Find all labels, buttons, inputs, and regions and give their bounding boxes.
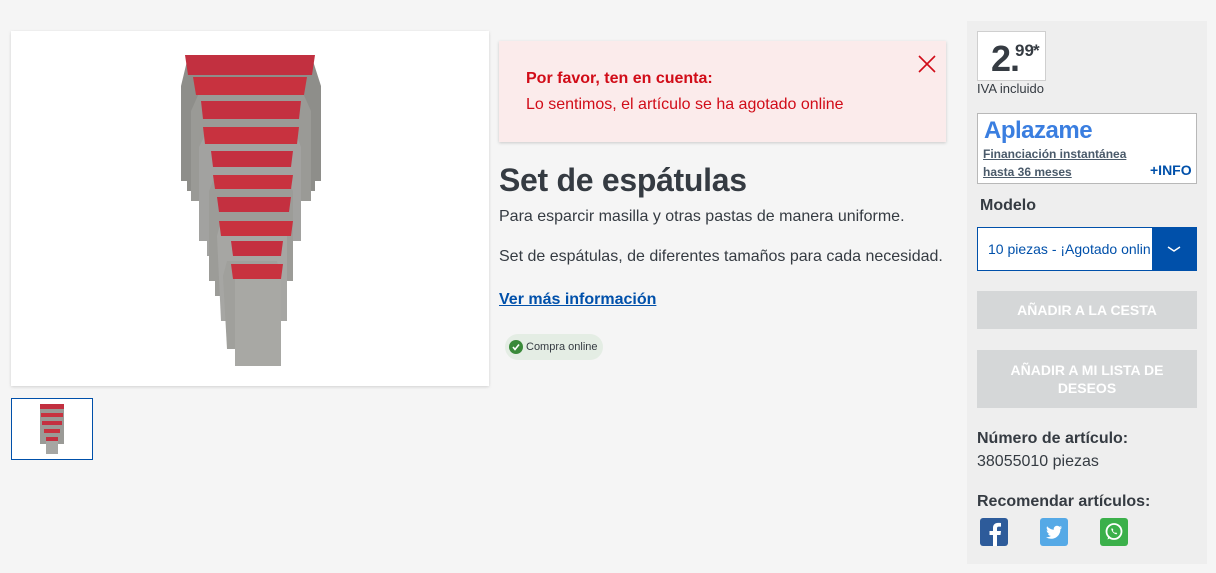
chevron-down-icon[interactable] xyxy=(1152,228,1196,270)
facebook-icon[interactable] xyxy=(980,518,1008,546)
whatsapp-icon[interactable] xyxy=(1100,518,1128,546)
more-info-link[interactable]: Ver más información xyxy=(499,291,656,309)
price-box: 2. 99 * xyxy=(977,31,1046,81)
aplazame-text[interactable]: Financiación instantánea hasta 36 meses xyxy=(983,145,1126,181)
vat-label: IVA incluido xyxy=(977,81,1044,96)
recommend-label: Recomendar artículos: xyxy=(977,493,1151,510)
check-icon xyxy=(509,340,523,354)
aplazame-line-2: hasta 36 meses xyxy=(983,165,1072,179)
alert-title: Por favor, ten en cuenta: xyxy=(526,70,713,87)
model-select[interactable]: 10 piezas - ¡Agotado online xyxy=(977,227,1197,271)
aplazame-logo: Aplazame xyxy=(984,117,1093,144)
twitter-icon[interactable] xyxy=(1040,518,1068,546)
add-to-cart-button[interactable]: AÑADIR A LA CESTA xyxy=(977,291,1197,329)
product-thumbnail[interactable] xyxy=(11,398,93,460)
product-image[interactable] xyxy=(11,31,489,386)
spatula-set-image xyxy=(181,55,321,366)
badge-label: Compra online xyxy=(526,341,598,353)
aplazame-line-1: Financiación instantánea xyxy=(983,147,1127,161)
article-number-value: 38055010 piezas xyxy=(977,453,1099,470)
price-asterisk: * xyxy=(1033,41,1040,60)
product-description-short: Para esparcir masilla y otras pastas de … xyxy=(499,208,905,225)
add-to-wishlist-button[interactable]: AÑADIR A MI LISTA DE DESEOS xyxy=(977,350,1197,408)
add-to-wishlist-label: AÑADIR A MI LISTA DE DESEOS xyxy=(1010,362,1164,396)
out-of-stock-alert: Por favor, ten en cuenta: Lo sentimos, e… xyxy=(499,41,946,142)
buy-box: 2. 99 * IVA incluido Aplazame Financiaci… xyxy=(967,21,1207,564)
product-title: Set de espátulas xyxy=(499,162,747,198)
alert-message: Lo sentimos, el artículo se ha agotado o… xyxy=(526,96,844,113)
close-icon[interactable] xyxy=(916,53,938,75)
model-select-value: 10 piezas - ¡Agotado online xyxy=(988,241,1151,257)
spatula-set-thumbnail-icon xyxy=(40,404,64,454)
model-label: Modelo xyxy=(980,197,1036,214)
aplazame-info-link[interactable]: +INFO xyxy=(1150,162,1192,178)
article-number-label: Número de artículo: xyxy=(977,430,1129,447)
price-decimals: 99 xyxy=(1015,41,1034,60)
product-description-long: Set de espátulas, de diferentes tamaños … xyxy=(499,248,943,265)
aplazame-box[interactable]: Aplazame Financiación instantánea hasta … xyxy=(977,113,1197,184)
online-purchase-badge: Compra online xyxy=(505,334,603,360)
